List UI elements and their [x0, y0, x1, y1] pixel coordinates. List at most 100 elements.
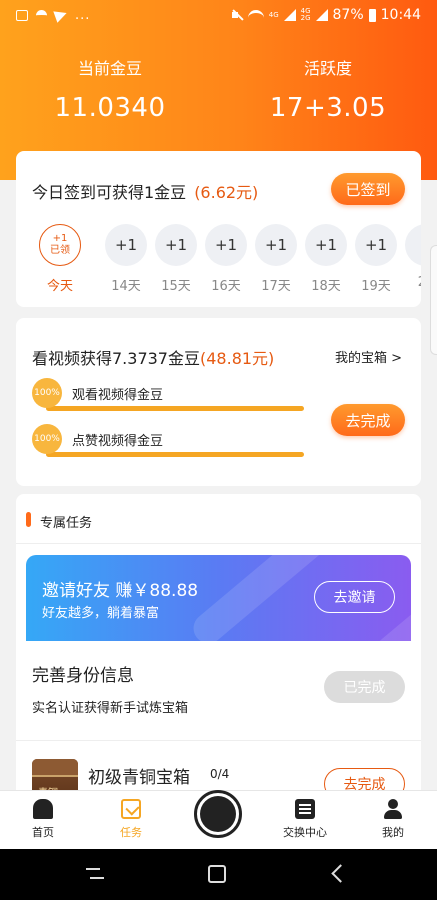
activity-stat[interactable]: 活跃度 17+3.05: [258, 55, 398, 123]
day-circle: +1: [105, 224, 147, 266]
center-record-button[interactable]: [194, 790, 242, 838]
bronze-chest-title: 初级青铜宝箱: [88, 768, 190, 788]
tab-task-label: 任务: [120, 826, 142, 839]
more-notifications: ...: [75, 7, 91, 23]
status-bar: ... 4G 4G 2G 87% 10:44: [0, 0, 437, 30]
checkin-card: 今日签到可获得1金豆 (6.62元) 已签到 +1 已领 今天 +1 14天 +1…: [16, 151, 421, 307]
tab-mine-label: 我的: [382, 826, 404, 839]
identity-title: 完善身份信息: [32, 666, 134, 686]
network-type-top: 4G: [268, 10, 279, 19]
day-today-status: 已领: [50, 245, 70, 256]
exchange-icon: [295, 799, 315, 819]
gold-label: 当前金豆: [77, 59, 142, 78]
gallery-icon: [16, 9, 28, 21]
gold-value: 11.0340: [54, 93, 166, 123]
like-video-task: 100% 点赞视频得金豆: [32, 424, 304, 457]
day-today-circle: +1 已领: [39, 224, 81, 266]
network-type: 4G: [268, 10, 279, 19]
tab-home-label: 首页: [32, 826, 54, 839]
exclusive-tasks-card: 专属任务 邀请好友 赚￥88.88 好友越多，躺着暴富 去邀请 完善身份信息 实…: [16, 494, 421, 804]
tab-home[interactable]: 首页: [8, 799, 78, 840]
tab-exchange[interactable]: 交换中心: [270, 799, 340, 840]
edge-panel-handle[interactable]: [430, 245, 437, 355]
day-today-label: 今天: [46, 279, 73, 294]
my-treasure-link[interactable]: 我的宝箱 >: [335, 347, 402, 366]
day-item[interactable]: +1 18天: [304, 224, 348, 294]
home-icon: [33, 799, 53, 819]
video-amount: (48.81元): [200, 349, 275, 368]
watch-video-task: 100% 观看视频得金豆: [32, 378, 304, 411]
section-marker: [26, 512, 31, 527]
watch-video-progress: [46, 406, 304, 411]
day-circle: +1: [305, 224, 347, 266]
day-item[interactable]: +1 16天: [204, 224, 248, 294]
task-icon: [121, 799, 141, 819]
day-label: 17天: [261, 279, 291, 294]
identity-completed-button[interactable]: 已完成: [324, 671, 405, 703]
checkin-days: +1 已领 今天 +1 14天 +1 15天 +1 16天 +1 17天 +1 …: [38, 224, 421, 294]
day-label: 19天: [361, 279, 391, 294]
tab-exchange-label: 交换中心: [283, 826, 327, 839]
video-card: 看视频获得7.3737金豆(48.81元) 我的宝箱 > 100% 观看视频得金…: [16, 318, 421, 486]
day-label: 18天: [311, 279, 341, 294]
day-item[interactable]: + 20: [404, 224, 421, 290]
day-label: 20: [404, 275, 421, 290]
profile-icon: [383, 799, 403, 819]
recent-apps-icon[interactable]: [86, 866, 104, 882]
day-circle: +1: [255, 224, 297, 266]
watch-video-percent: 100%: [32, 378, 62, 408]
battery-icon: [368, 8, 376, 22]
day-circle: +1: [205, 224, 247, 266]
mute-icon: [231, 9, 243, 21]
like-video-label: 点赞视频得金豆: [72, 434, 164, 449]
day-label: 15天: [161, 279, 191, 294]
network-type-2: 4G 2G: [301, 8, 311, 22]
video-title-text: 看视频获得7.3737金豆: [32, 349, 200, 368]
video-complete-button[interactable]: 去完成: [331, 404, 405, 436]
identity-task: 完善身份信息 实名认证获得新手试炼宝箱 已完成: [16, 641, 421, 741]
day-circle: +1: [355, 224, 397, 266]
invite-title: 邀请好友 赚￥88.88: [42, 581, 199, 601]
activity-value: 17+3.05: [269, 93, 387, 123]
activity-label: 活跃度: [303, 59, 352, 78]
day-today-value: +1: [52, 233, 68, 244]
identity-subtitle: 实名认证获得新手试炼宝箱: [32, 701, 189, 716]
day-circle: +1: [155, 224, 197, 266]
home-button-icon[interactable]: [208, 865, 226, 883]
day-label: 16天: [211, 279, 241, 294]
checkin-amount: (6.62元): [194, 183, 259, 202]
day-item[interactable]: +1 14天: [104, 224, 148, 294]
like-video-progress: [46, 452, 304, 457]
signed-in-button[interactable]: 已签到: [331, 173, 405, 205]
signal-icon: [283, 9, 296, 21]
video-title: 看视频获得7.3737金豆(48.81元): [32, 345, 274, 369]
tab-task[interactable]: 任务: [96, 799, 166, 840]
day-label: 14天: [111, 279, 141, 294]
invite-banner[interactable]: 邀请好友 赚￥88.88 好友越多，躺着暴富 去邀请: [26, 555, 411, 641]
day-item[interactable]: +1 17天: [254, 224, 298, 294]
invite-button[interactable]: 去邀请: [314, 581, 395, 613]
exclusive-tasks-header: 专属任务: [16, 494, 421, 544]
day-today[interactable]: +1 已领 今天: [38, 224, 82, 294]
like-video-percent: 100%: [32, 424, 62, 454]
watch-video-label: 观看视频得金豆: [72, 388, 164, 403]
day-item[interactable]: +1 15天: [154, 224, 198, 294]
checkin-title-text: 今日签到可获得1金豆: [32, 183, 187, 202]
back-icon[interactable]: [331, 864, 350, 883]
bronze-chest-count: 0/4: [210, 767, 230, 781]
clock: 10:44: [380, 7, 421, 23]
day-circle: +: [405, 224, 421, 266]
day-item[interactable]: +1 19天: [354, 224, 398, 294]
telegram-icon: [53, 7, 69, 23]
chest-lid: [32, 759, 78, 777]
gold-stat[interactable]: 当前金豆 11.0340: [40, 55, 180, 123]
network-type-2g: 2G: [300, 14, 311, 22]
wifi-icon: [247, 10, 264, 20]
checkin-title: 今日签到可获得1金豆 (6.62元): [32, 179, 258, 203]
app-notification-icon: [36, 9, 47, 21]
exclusive-tasks-title: 专属任务: [40, 516, 93, 531]
signal-icon-2: [315, 9, 328, 21]
battery-percent: 87%: [332, 7, 364, 23]
tab-mine[interactable]: 我的: [358, 799, 428, 840]
system-nav-bar: [0, 849, 437, 900]
